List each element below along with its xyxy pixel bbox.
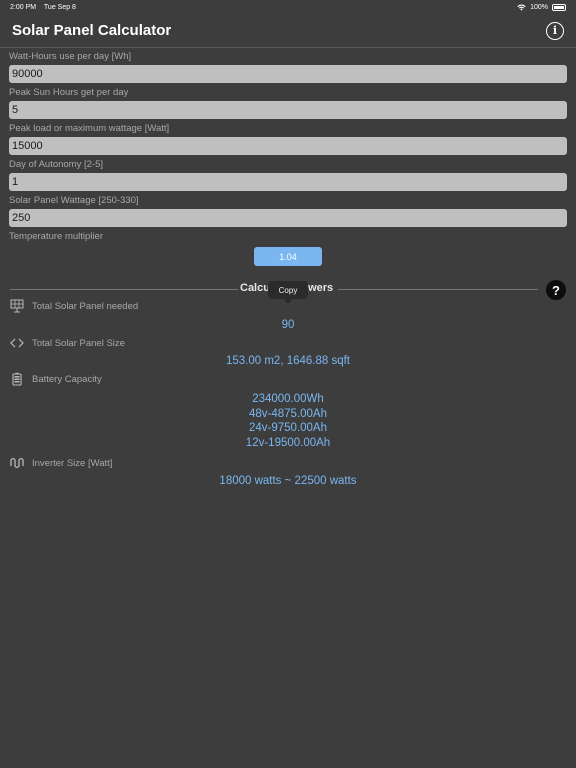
status-bar: 2:00 PM Tue Sep 8 100% [0, 0, 576, 14]
info-icon: i [552, 24, 558, 37]
status-date: Tue Sep 8 [43, 3, 76, 11]
answers-title-head: Calcu [240, 282, 270, 294]
temperature-multiplier-button[interactable]: 1.04 [254, 247, 322, 266]
field-label-peak-load: Peak load or maximum wattage [Watt] [9, 123, 170, 134]
solar-panels-value[interactable]: 90 [0, 319, 576, 331]
watt-hours-input[interactable]: 90000 [9, 65, 567, 83]
field-label-temperature: Temperature multiplier [9, 231, 103, 242]
inverter-row: Inverter Size [Watt] [10, 456, 112, 470]
inverter-label: Inverter Size [Watt] [32, 457, 113, 469]
battery-capacity-icon [12, 372, 22, 386]
battery-values[interactable]: 234000.00Wh 48v-4875.00Ah 24v-9750.00Ah … [0, 392, 576, 450]
question-icon: ? [552, 282, 560, 298]
status-right: 100% [517, 3, 566, 11]
status-time: 2:00 PM [10, 3, 37, 11]
field-label-sun-hours: Peak Sun Hours get per day [9, 87, 129, 98]
input-form: Watt-Hours use per day [Wh] 90000 Peak S… [9, 49, 567, 266]
page-title: Solar Panel Calculator [12, 22, 172, 39]
panel-size-value[interactable]: 153.00 m2, 1646.88 sqft [0, 355, 576, 367]
battery-value-wh: 234000.00Wh [252, 393, 324, 405]
nav-header: Solar Panel Calculator i [0, 14, 576, 48]
inverter-wave-icon [10, 457, 24, 469]
battery-icon [552, 3, 566, 11]
section-divider-left [10, 289, 238, 290]
battery-value-48v: 48v-4875.00Ah [248, 407, 327, 420]
temperature-wrap: 1.04 [9, 247, 567, 266]
field-label-panel-wattage: Solar Panel Wattage [250-330] [9, 195, 139, 206]
section-divider-right [338, 289, 538, 290]
panel-size-row: Total Solar Panel Size [10, 336, 125, 350]
help-button[interactable]: ? [546, 280, 566, 300]
wifi-icon [517, 4, 526, 11]
panel-size-label: Total Solar Panel Size [32, 337, 125, 349]
info-button[interactable]: i [546, 21, 564, 40]
battery-row: Battery Capacity [10, 372, 102, 386]
inverter-value[interactable]: 18000 watts ~ 22500 watts [0, 475, 576, 487]
copy-tooltip[interactable]: Copy [268, 281, 308, 304]
autonomy-input[interactable]: 1 [9, 173, 567, 191]
battery-value-12v: 12v-19500.00Ah [245, 436, 331, 449]
solar-panels-row: Total Solar Panel needed [10, 299, 138, 313]
size-arrows-icon [10, 338, 24, 348]
battery-value-24v: 24v-9750.00Ah [248, 422, 327, 434]
battery-percent: 100% [530, 3, 548, 11]
field-label-autonomy: Day of Autonomy [2-5] [9, 159, 103, 170]
peak-load-input[interactable]: 15000 [9, 137, 567, 155]
panel-wattage-input[interactable]: 250 [9, 209, 567, 227]
status-left: 2:00 PM Tue Sep 8 [10, 4, 82, 11]
field-label-watt-hours: Watt-Hours use per day [Wh] [9, 51, 132, 62]
battery-label: Battery Capacity [32, 373, 102, 385]
solar-panels-label: Total Solar Panel needed [32, 300, 139, 312]
sun-hours-input[interactable]: 5 [9, 101, 567, 119]
solar-panel-icon [10, 299, 24, 313]
